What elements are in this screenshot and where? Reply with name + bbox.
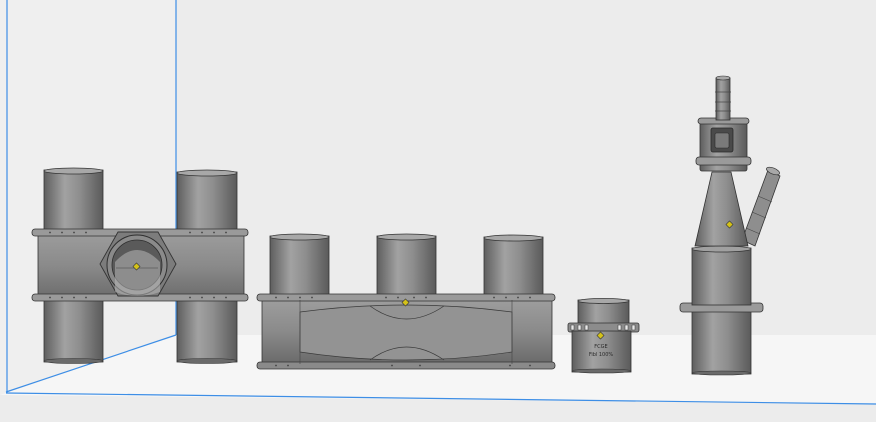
cap-label-line-1: FCGE xyxy=(594,344,607,350)
part-4[interactable] xyxy=(679,75,781,376)
part-3[interactable]: FCGE Fibl 100% xyxy=(567,298,640,374)
3d-viewport[interactable]: FCGE Fibl 100% xyxy=(0,0,876,422)
cap-label-line-2: Fibl 100% xyxy=(589,352,614,358)
scene-canvas[interactable]: FCGE Fibl 100% xyxy=(0,0,876,422)
part-2[interactable] xyxy=(256,233,556,370)
